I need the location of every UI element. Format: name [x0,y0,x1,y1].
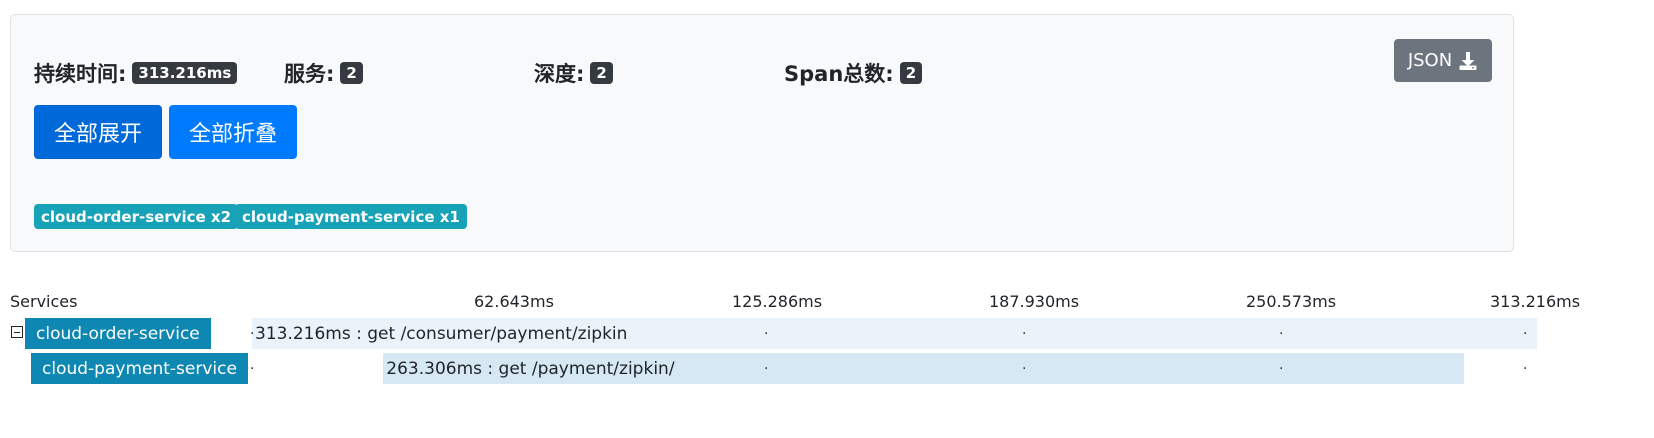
download-icon [1459,51,1477,70]
timeline-tick-5: 313.216ms [1490,292,1581,311]
span-count-badge: 2 [899,62,923,84]
depth-badge: 2 [590,62,613,84]
service-badge-order[interactable]: cloud-order-service x2 [34,204,239,229]
expand-all-button[interactable]: 全部展开 [34,105,162,159]
span-service-label[interactable]: cloud-order-service [25,318,211,349]
json-download-button[interactable]: JSON [1394,39,1492,82]
grid-dot: · [250,326,255,342]
span-bar[interactable]: 313.216ms : get /consumer/payment/zipkin [252,318,1537,349]
service-badge-payment[interactable]: cloud-payment-service x1 [235,204,467,229]
grid-dot: · [1022,326,1027,342]
span-track: 313.216ms : get /consumer/payment/zipkin… [250,318,1537,349]
services-stat: 服务: 2 [284,58,363,88]
span-bar-label: 263.306ms : get /payment/zipkin/ [386,358,675,379]
grid-dot: · [764,361,769,377]
span-track: 263.306ms : get /payment/zipkin/ · · · ·… [250,353,1537,384]
span-count-label: Span总数: [784,62,894,86]
span-bar-label: 313.216ms : get /consumer/payment/zipkin [255,323,628,344]
duration-badge: 313.216ms [132,62,238,84]
grid-dot: · [764,326,769,342]
timeline-tick-2: 125.286ms [732,292,823,311]
grid-dot: · [1022,361,1027,377]
collapse-square-icon[interactable] [11,326,23,338]
grid-dot: · [250,361,255,377]
grid-dot: · [1279,326,1284,342]
timeline-tick-4: 250.573ms [1246,292,1337,311]
json-button-label: JSON [1407,50,1453,71]
collapse-all-button[interactable]: 全部折叠 [169,105,297,159]
span-row[interactable]: cloud-order-service 313.216ms : get /con… [0,318,1654,350]
duration-label: 持续时间: [34,62,127,86]
timeline-tick-3: 187.930ms [989,292,1080,311]
grid-dot: · [1279,361,1284,377]
trace-summary-card: 持续时间: 313.216ms 服务: 2 深度: 2 Span总数: 2 JS… [10,14,1514,252]
span-service-label[interactable]: cloud-payment-service [31,353,248,384]
depth-stat: 深度: 2 [534,58,613,88]
services-count-badge: 2 [340,62,363,84]
duration-stat: 持续时间: 313.216ms [34,58,238,88]
trace-timeline: Services 62.643ms 125.286ms 187.930ms 25… [0,285,1654,395]
span-bar[interactable]: 263.306ms : get /payment/zipkin/ [383,353,1464,384]
span-count-stat: Span总数: 2 [784,58,923,88]
services-column-header: Services [10,292,78,311]
grid-dot: · [1523,361,1528,377]
timeline-tick-1: 62.643ms [474,292,554,311]
grid-dot: · [1523,326,1528,342]
depth-label: 深度: [534,62,585,86]
services-label: 服务: [284,62,335,86]
span-row[interactable]: cloud-payment-service 263.306ms : get /p… [0,353,1654,385]
